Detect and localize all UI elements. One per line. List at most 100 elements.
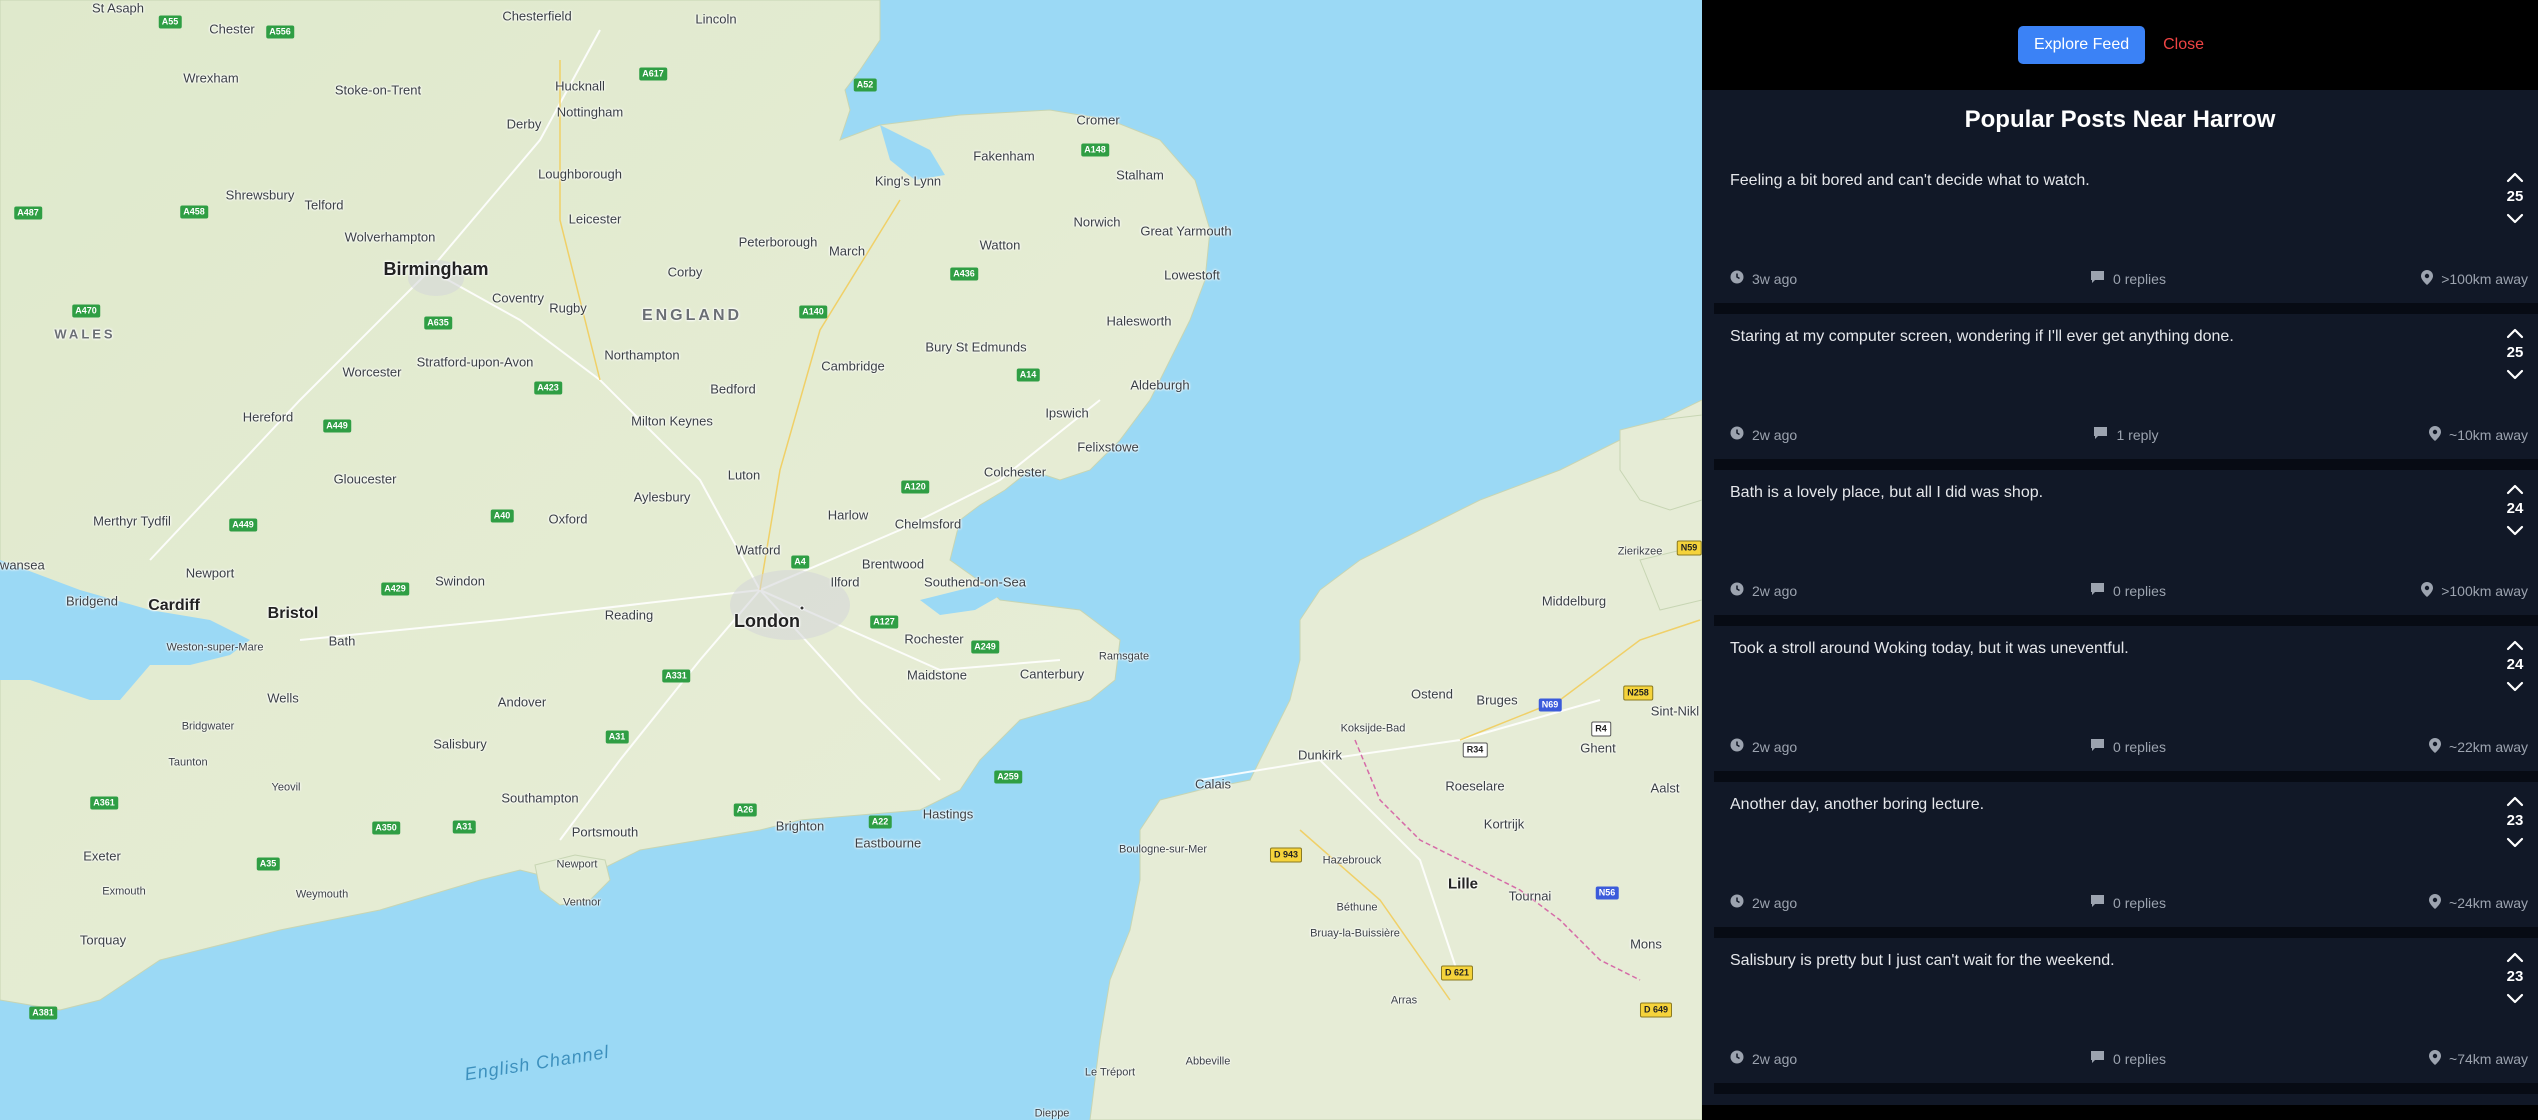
- upvote-chevron-up-icon[interactable]: [2500, 788, 2530, 810]
- map-view[interactable]: St Asaph Chester Chesterfield Lincoln Wr…: [0, 0, 1702, 1120]
- map-label: Brighton: [775, 818, 825, 834]
- map-label: Norwich: [1073, 214, 1121, 230]
- map-label: Bruges: [1476, 692, 1518, 708]
- map-label: Halesworth: [1106, 313, 1172, 329]
- post-text: Bath is a lovely place, but all I did wa…: [1730, 484, 2044, 501]
- post-replies[interactable]: 0 replies: [1714, 270, 2538, 287]
- road-shield: N56: [1595, 886, 1619, 900]
- downvote-chevron-down-icon[interactable]: [2500, 988, 2530, 1010]
- road-shield: A22: [868, 815, 892, 829]
- road-shield: A556: [266, 25, 294, 39]
- city-dot: [799, 605, 805, 611]
- upvote-chevron-up-icon[interactable]: [2500, 632, 2530, 654]
- road-shield: A429: [381, 582, 409, 596]
- post-replies[interactable]: 0 replies: [1714, 582, 2538, 599]
- map-label: Maidstone: [907, 667, 967, 683]
- close-button[interactable]: Close: [2163, 36, 2204, 54]
- downvote-chevron-down-icon[interactable]: [2500, 208, 2530, 230]
- post-card[interactable]: Salisbury is pretty but I just can't wai…: [1714, 938, 2538, 1083]
- post-card[interactable]: Bath is a lovely place, but all I did wa…: [1714, 470, 2538, 615]
- post-replies-label: 0 replies: [2113, 582, 2166, 599]
- post-card[interactable]: Took a stroll around Woking today, but i…: [1714, 626, 2538, 771]
- map-label: St Asaph: [91, 0, 145, 16]
- road-shield: N69: [1538, 698, 1562, 712]
- map-label-region: ENGLAND: [641, 307, 743, 324]
- post-card[interactable]: Another day, another boring lecture. 23 2w…: [1714, 782, 2538, 927]
- post-replies[interactable]: 0 replies: [1714, 1050, 2538, 1067]
- vote-control: 25: [2500, 320, 2530, 386]
- post-distance: >100km away: [2421, 270, 2528, 288]
- upvote-chevron-up-icon[interactable]: [2500, 476, 2530, 498]
- map-label: Loughborough: [538, 166, 622, 182]
- map-label: Telford: [304, 197, 344, 213]
- map-label: King's Lynn: [874, 173, 942, 189]
- map-label: Dieppe: [1034, 1107, 1070, 1120]
- map-label: Eastbourne: [854, 835, 922, 851]
- post-replies-label: 1 reply: [2116, 426, 2159, 443]
- map-label: Hucknall: [555, 78, 605, 94]
- map-label: Wolverhampton: [344, 229, 436, 245]
- map-label: Béthune: [1336, 901, 1378, 914]
- map-label: Cromer: [1076, 112, 1120, 128]
- map-label: Zierikzee: [1617, 545, 1663, 558]
- road-shield: A26: [733, 803, 757, 817]
- map-label: Ipswich: [1045, 405, 1089, 421]
- map-label: Calais: [1194, 776, 1232, 792]
- downvote-chevron-down-icon[interactable]: [2500, 676, 2530, 698]
- post-card[interactable]: Feeling a bit bored and can't decide wha…: [1714, 158, 2538, 303]
- map-label: Leicester: [568, 211, 622, 227]
- map-label: Northampton: [604, 347, 680, 363]
- post-replies[interactable]: 1 reply: [1714, 426, 2538, 443]
- post-replies[interactable]: 0 replies: [1714, 738, 2538, 755]
- post-distance-label: ~74km away: [2449, 1051, 2528, 1067]
- map-label: Ilford: [830, 574, 860, 590]
- post-replies[interactable]: 0 replies: [1714, 894, 2538, 911]
- road-shield: A487: [14, 206, 42, 220]
- upvote-chevron-up-icon[interactable]: [2500, 164, 2530, 186]
- map-label: Reading: [604, 607, 654, 623]
- feed-container[interactable]: Popular Posts Near Harrow Feeling a bit …: [1702, 90, 2538, 1105]
- road-shield: A350: [372, 821, 400, 835]
- map-label: Aldeburgh: [1130, 377, 1190, 393]
- map-label-cardiff: Cardiff: [148, 597, 200, 614]
- map-label: Chelmsford: [894, 516, 962, 532]
- map-label: Exmouth: [102, 885, 146, 898]
- map-label: Dunkirk: [1297, 747, 1343, 763]
- map-label: Great Yarmouth: [1140, 223, 1232, 239]
- downvote-chevron-down-icon[interactable]: [2500, 520, 2530, 542]
- post-text: Took a stroll around Woking today, but i…: [1730, 640, 2129, 657]
- map-label: Sint-Nikl: [1650, 703, 1700, 719]
- map-label: Corby: [667, 264, 703, 280]
- explore-feed-button[interactable]: Explore Feed: [2017, 26, 2146, 64]
- comment-icon: [2090, 894, 2105, 911]
- post-replies-label: 0 replies: [2113, 1050, 2166, 1067]
- map-label: Rochester: [904, 631, 964, 647]
- post-card[interactable]: Staring at my computer screen, wondering…: [1714, 314, 2538, 459]
- upvote-chevron-up-icon[interactable]: [2500, 944, 2530, 966]
- map-label-london: London: [734, 611, 800, 631]
- map-label: Felixstowe: [1077, 439, 1139, 455]
- map-label: Torquay: [79, 932, 127, 948]
- post-text: Staring at my computer screen, wondering…: [1730, 328, 2234, 345]
- map-label: Bridgend: [65, 593, 119, 609]
- map-label: Bath: [328, 633, 356, 649]
- map-label: Coventry: [491, 290, 545, 306]
- road-shield: A617: [639, 67, 667, 81]
- map-label: Weymouth: [295, 888, 349, 901]
- vote-count: 23: [2506, 968, 2524, 985]
- post-text: Another day, another boring lecture.: [1730, 796, 1985, 813]
- road-shield: A331: [662, 669, 690, 683]
- downvote-chevron-down-icon[interactable]: [2500, 364, 2530, 386]
- road-shield: A423: [534, 381, 562, 395]
- map-label: Salisbury: [433, 736, 487, 752]
- downvote-chevron-down-icon[interactable]: [2500, 832, 2530, 854]
- vote-count: 23: [2506, 812, 2524, 829]
- road-shield: D 621: [1440, 965, 1474, 981]
- upvote-chevron-up-icon[interactable]: [2500, 320, 2530, 342]
- map-label: Worcester: [342, 364, 402, 380]
- vote-count: 25: [2506, 344, 2524, 361]
- post-divider: [1714, 459, 2538, 470]
- post-distance-label: ~24km away: [2449, 895, 2528, 911]
- map-label: Milton Keynes: [631, 413, 713, 429]
- post-distance: ~22km away: [2429, 738, 2528, 756]
